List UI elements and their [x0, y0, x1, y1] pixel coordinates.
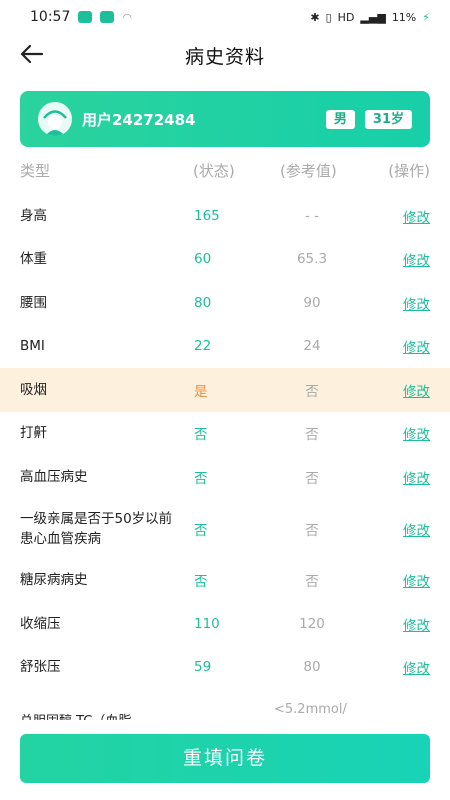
row-reference: 65.3	[296, 251, 328, 268]
status-bar-left: 10:57 ◠	[30, 9, 132, 25]
row-type: 身高	[20, 207, 47, 224]
row-reference: 否	[305, 574, 319, 591]
app-notification-icon	[78, 11, 93, 23]
row-type: BMI	[20, 338, 45, 355]
row-status: 60	[194, 251, 212, 268]
edit-link[interactable]: 修改	[403, 423, 430, 443]
row-reference: 否	[305, 427, 319, 444]
table-row: BMI 22 24 修改	[0, 325, 450, 369]
column-reference: (参考值)	[280, 162, 337, 180]
row-type: 总胆固醇 TC（血脂	[20, 710, 131, 720]
page-title: 病史资料	[184, 46, 265, 68]
row-status: 59	[194, 659, 212, 676]
row-status: 否	[194, 574, 208, 591]
row-status: 否	[194, 427, 208, 444]
bottom-bar: 重填问卷	[0, 720, 450, 800]
row-status: 165	[194, 207, 220, 224]
row-reference: 90	[303, 294, 321, 311]
row-type: 糖尿病病史	[20, 572, 88, 589]
table-row: 体重 60 65.3 修改	[0, 238, 450, 282]
row-type: 吸烟	[20, 381, 47, 398]
row-status: 否	[194, 522, 208, 539]
edit-link[interactable]: 修改	[403, 206, 430, 226]
row-reference: 否	[305, 522, 319, 539]
history-table: 身高 165 - - 修改 体重 60 65.3 修改 腰围 80 90 修改 …	[0, 194, 450, 689]
row-reference: 80	[303, 659, 321, 676]
row-type: 腰围	[20, 294, 47, 311]
row-status: 否	[194, 470, 208, 487]
vibrate-icon: ▯	[325, 10, 332, 24]
table-row: 收缩压 110 120 修改	[0, 602, 450, 646]
edit-link[interactable]: 修改	[403, 380, 430, 400]
status-bar: 10:57 ◠ ✱ ▯ HD ▂▄▆ 11% ⚡	[0, 0, 450, 34]
edit-link[interactable]: 修改	[403, 336, 430, 356]
avatar-icon	[38, 102, 72, 136]
table-row: 腰围 80 90 修改	[0, 281, 450, 325]
avatar	[38, 102, 72, 136]
age-badge: 31岁	[364, 109, 412, 129]
row-reference: <5.2mmol/	[274, 702, 347, 717]
row-reference: 否	[305, 470, 319, 487]
table-row: 糖尿病病史 否 否 修改	[0, 559, 450, 603]
row-type: 收缩压	[20, 615, 61, 632]
table-row: 高血压病史 否 否 修改	[0, 455, 450, 499]
row-status: 80	[194, 294, 212, 311]
nav-bar: 病史资料	[0, 34, 450, 74]
column-status: (状态)	[193, 162, 235, 180]
row-type: 舒张压	[20, 659, 61, 676]
row-type: 体重	[20, 251, 47, 268]
row-reference: 120	[299, 615, 325, 632]
row-reference: - -	[304, 207, 320, 224]
refill-questionnaire-button[interactable]: 重填问卷	[20, 734, 430, 783]
edit-link[interactable]: 修改	[403, 570, 430, 590]
row-status: 110	[194, 615, 220, 632]
row-type: 高血压病史	[20, 468, 88, 485]
row-reference: 否	[305, 383, 319, 400]
edit-link[interactable]: 修改	[403, 519, 430, 539]
battery-icon: ⚡	[422, 10, 430, 24]
status-bar-right: ✱ ▯ HD ▂▄▆ 11% ⚡	[310, 11, 430, 24]
row-status: 22	[194, 338, 212, 355]
battery-level: 11%	[391, 10, 417, 24]
message-notification-icon	[100, 11, 115, 23]
signal-icon: ▂▄▆	[360, 10, 386, 24]
column-action: (操作)	[388, 162, 430, 180]
hd-indicator: HD	[337, 10, 355, 24]
column-type: 类型	[20, 162, 51, 180]
table-row: 身高 165 - - 修改	[0, 194, 450, 238]
table-row: 打鼾 否 否 修改	[0, 412, 450, 456]
edit-link[interactable]: 修改	[403, 657, 430, 677]
table-row-partial: 总胆固醇 TC（血脂 <5.2mmol/	[0, 700, 450, 720]
table-row: 舒张压 59 80 修改	[0, 646, 450, 690]
row-type: 一级亲属是否于50岁以前患心血管疾病	[20, 510, 173, 547]
edit-link[interactable]: 修改	[403, 614, 430, 634]
table-header: 类型 (状态) (参考值) (操作)	[0, 160, 450, 188]
table-row: 一级亲属是否于50岁以前患心血管疾病 否 否 修改	[0, 499, 450, 559]
edit-link[interactable]: 修改	[403, 249, 430, 269]
wifi-icon: ◠	[122, 11, 132, 24]
gender-badge: 男	[325, 109, 355, 129]
edit-link[interactable]: 修改	[403, 293, 430, 313]
user-name: 用户24272484	[82, 110, 196, 129]
status-time: 10:57	[30, 9, 71, 25]
bluetooth-icon: ✱	[310, 10, 320, 24]
table-row-highlighted: 吸烟 是 否 修改	[0, 368, 450, 412]
row-type: 打鼾	[20, 425, 47, 442]
row-reference: 24	[303, 338, 321, 355]
edit-link[interactable]: 修改	[403, 467, 430, 487]
user-card: 用户24272484 男 31岁	[20, 91, 430, 147]
row-status: 是	[194, 383, 208, 400]
